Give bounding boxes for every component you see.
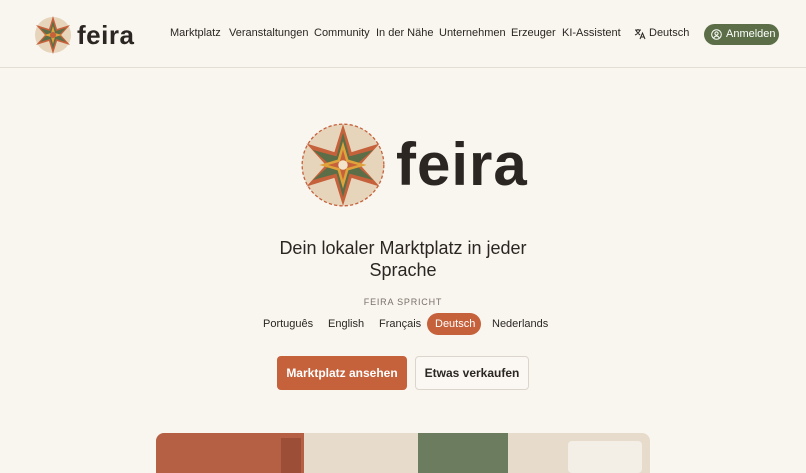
feira-speaks-label: FEIRA SPRICHT <box>363 297 443 307</box>
signin-button[interactable]: Anmelden <box>704 24 779 45</box>
nav-veranstaltungen[interactable]: Veranstaltungen <box>229 27 309 39</box>
hero-preview-image <box>156 433 650 473</box>
signin-label: Anmelden <box>726 28 776 40</box>
brand-name: feira <box>77 20 135 50</box>
hero-tagline: Dein lokaler Marktplatz in jeder Sprache <box>279 238 527 280</box>
sell-something-button[interactable]: Etwas verkaufen <box>415 356 529 390</box>
preview-shutter <box>418 433 508 473</box>
top-navbar: feira Marktplatz Veranstaltungen Communi… <box>0 0 806 68</box>
lang-deutsch[interactable]: Deutsch <box>427 313 481 335</box>
preview-awning-shadow <box>281 438 301 473</box>
nav-marktplatz[interactable]: Marktplatz <box>170 27 221 39</box>
lang-francais[interactable]: Français <box>371 313 429 335</box>
hero-brand-name: feira <box>396 131 528 198</box>
nav-unternehmen[interactable]: Unternehmen <box>439 27 506 39</box>
header-logo[interactable]: feira <box>33 15 135 55</box>
nav-erzeuger[interactable]: Erzeuger <box>511 27 556 39</box>
nav-ki-assistent[interactable]: KI-Assistent <box>562 27 621 39</box>
feira-mandala-icon <box>35 16 71 54</box>
lang-portugues[interactable]: Português <box>255 313 321 335</box>
nav-in-der-naehe[interactable]: In der Nähe <box>376 27 433 39</box>
lang-nederlands[interactable]: Nederlands <box>484 313 556 335</box>
translate-icon <box>634 29 646 40</box>
feira-mandala-large-icon <box>301 123 385 207</box>
user-circle-icon <box>711 29 722 40</box>
view-marketplace-button[interactable]: Marktplatz ansehen <box>277 356 407 390</box>
nav-community[interactable]: Community <box>314 27 370 39</box>
lang-english[interactable]: English <box>320 313 372 335</box>
hero-logo: feira <box>300 122 527 208</box>
language-pills: Português English Français Deutsch Neder… <box>0 313 806 335</box>
language-label: Deutsch <box>649 27 690 39</box>
preview-card <box>568 441 642 473</box>
